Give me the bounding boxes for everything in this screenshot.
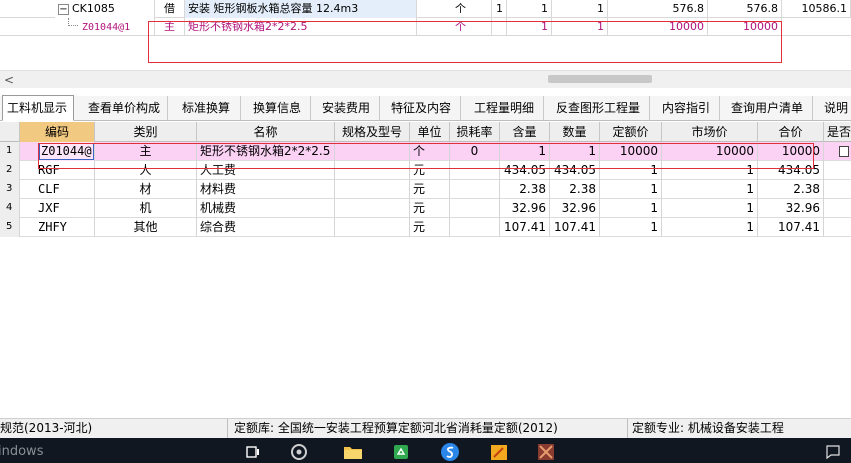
table-row[interactable]: 5 ZHFY 其他 综合费 元 107.41 107.41 1 1 107.41 — [0, 218, 851, 237]
status-spec: 规范(2013-河北) — [0, 419, 228, 439]
app-icon[interactable] — [531, 441, 561, 463]
notes-icon[interactable] — [484, 441, 514, 463]
table-row[interactable]: 4 JXF 机 机械费 元 32.96 32.96 1 1 32.96 — [0, 199, 851, 218]
tab-content-guide[interactable]: 内容指引 — [658, 96, 720, 120]
parent-item-grid: − CK1085 借 安装 矩形钢板水箱总容量 12.4m3 个 1 1 1 57… — [0, 0, 851, 37]
sogou-icon[interactable] — [435, 441, 465, 463]
code-cell[interactable]: CLF — [20, 180, 95, 199]
tab-install-cost[interactable]: 安装费用 — [318, 96, 380, 120]
grid-header: 编码 类别 名称 规格及型号 单位 损耗率 含量 数量 定额价 市场价 合价 是… — [0, 122, 851, 142]
code-cell[interactable]: − CK1085 — [55, 0, 155, 18]
table-row[interactable]: 2 RGF 人 人工费 元 434.05 434.05 1 1 434.05 — [0, 161, 851, 180]
column-header[interactable]: 是否 — [824, 122, 851, 142]
column-header[interactable]: 数量 — [550, 122, 600, 142]
column-header[interactable]: 含量 — [500, 122, 550, 142]
column-header[interactable]: 损耗率 — [450, 122, 500, 142]
detail-tabs: 工料机显示 查看单价构成 标准换算 换算信息 安装费用 特征及内容 工程量明细 … — [0, 95, 851, 121]
windows-watermark: indows — [0, 444, 44, 459]
tab-notes[interactable]: 说明 — [820, 96, 851, 120]
scroll-thumb[interactable] — [548, 75, 652, 83]
column-header[interactable]: 类别 — [95, 122, 197, 142]
tab-reverse-lookup[interactable]: 反查图形工程量 — [552, 96, 650, 120]
chrome-like-icon[interactable] — [284, 441, 314, 463]
code-cell[interactable]: ZHFY — [20, 218, 95, 237]
tab-conversion-info[interactable]: 换算信息 — [249, 96, 311, 120]
checkbox[interactable] — [839, 146, 849, 157]
table-row[interactable]: − CK1085 借 安装 矩形钢板水箱总容量 12.4m3 个 1 1 1 57… — [0, 0, 851, 18]
table-row[interactable]: Z01044@1 主 矩形不锈钢水箱2*2*2.5 个 1 1 10000 10… — [0, 18, 851, 36]
resource-grid: 编码 类别 名称 规格及型号 单位 损耗率 含量 数量 定额价 市场价 合价 是… — [0, 122, 851, 240]
folder-icon[interactable] — [338, 441, 368, 463]
code-cell[interactable]: Z01044@1 — [38, 142, 95, 161]
tab-features[interactable]: 特征及内容 — [387, 96, 461, 120]
column-header[interactable]: 编码 — [20, 122, 95, 142]
tab-quantity-detail[interactable]: 工程量明细 — [470, 96, 544, 120]
column-header[interactable]: 名称 — [197, 122, 335, 142]
tab-unit-price[interactable]: 查看单价构成 — [84, 96, 168, 120]
code-cell: Z01044@1 — [82, 22, 131, 33]
status-major: 定额专业: 机械设备安装工程 — [632, 421, 784, 435]
tab-standard-conversion[interactable]: 标准换算 — [178, 96, 241, 120]
column-header[interactable]: 市场价 — [662, 122, 758, 142]
column-header[interactable]: 合价 — [758, 122, 824, 142]
status-library: 定额库: 全国统一安装工程预算定额河北省消耗量定额(2012) — [230, 419, 628, 439]
table-row[interactable]: 3 CLF 材 材料费 元 2.38 2.38 1 1 2.38 — [0, 180, 851, 199]
tab-labor-material[interactable]: 工料机显示 — [2, 95, 74, 121]
recycle-icon[interactable] — [386, 441, 416, 463]
scroll-left-icon[interactable]: < — [4, 73, 14, 87]
tab-user-list[interactable]: 查询用户清单 — [727, 96, 813, 120]
name-cell[interactable]: 安装 矩形钢板水箱总容量 12.4m3 — [185, 0, 417, 18]
collapse-icon[interactable]: − — [58, 4, 69, 15]
column-header[interactable]: 定额价 — [600, 122, 662, 142]
column-header[interactable]: 规格及型号 — [335, 122, 410, 142]
notification-icon[interactable] — [818, 441, 848, 463]
table-row[interactable]: 1 Z01044@1 主 矩形不锈钢水箱2*2*2.5 个 0 1 1 1000… — [0, 142, 851, 161]
task-view-icon[interactable] — [238, 441, 268, 463]
horizontal-scrollbar[interactable]: < — [0, 70, 851, 88]
status-bar: 规范(2013-河北) 定额库: 全国统一安装工程预算定额河北省消耗量定额(20… — [0, 418, 851, 439]
code-cell[interactable]: JXF — [20, 199, 95, 218]
code-cell[interactable]: RGF — [20, 161, 95, 180]
taskbar: indows — [0, 438, 851, 463]
column-header[interactable]: 单位 — [410, 122, 450, 142]
